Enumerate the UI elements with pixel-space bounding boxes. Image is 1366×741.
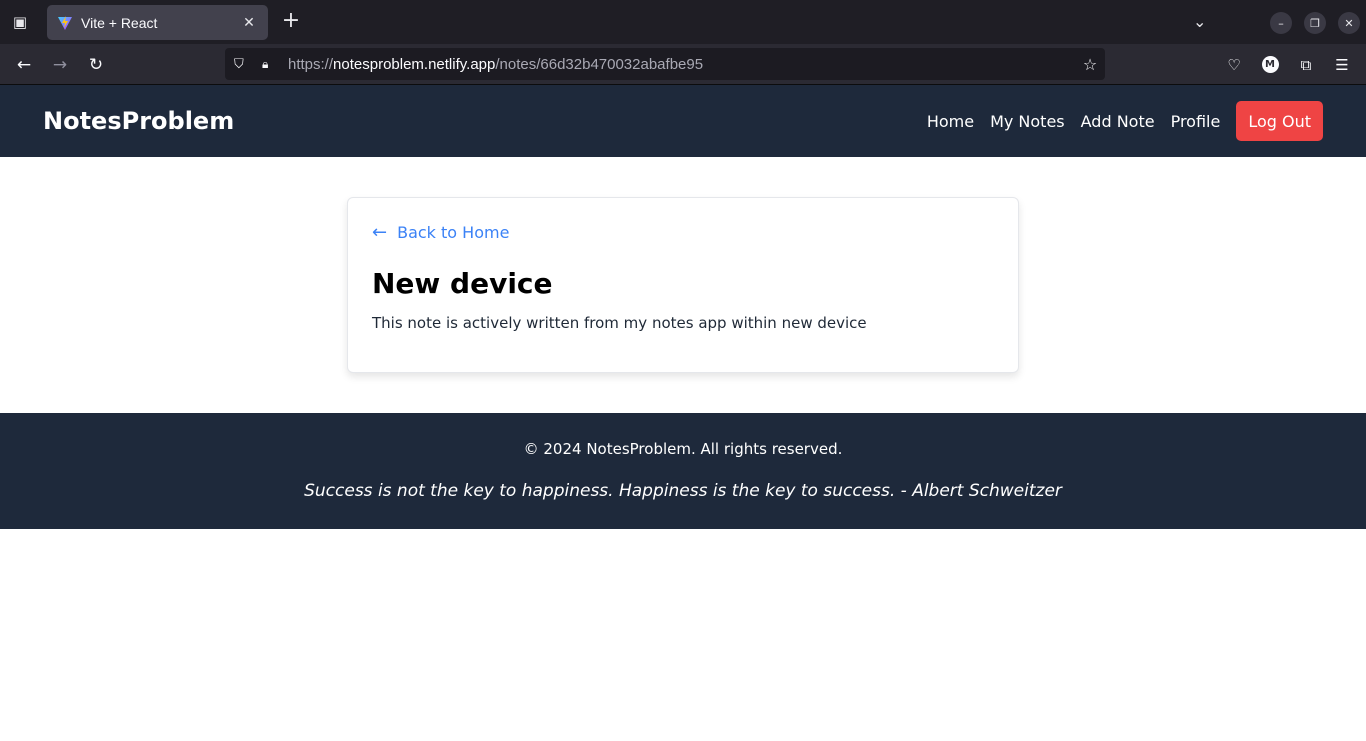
main-content: ← Back to Home New device This note is a… xyxy=(0,157,1366,413)
note-title: New device xyxy=(372,267,553,300)
account-avatar[interactable]: M xyxy=(1258,53,1282,77)
close-window-button[interactable]: ✕ xyxy=(1338,12,1360,34)
back-to-home-label: Back to Home xyxy=(397,223,510,242)
nav-my-notes-link[interactable]: My Notes xyxy=(990,112,1065,131)
browser-tab[interactable]: Vite + React ✕ xyxy=(47,5,268,40)
back-to-home-link[interactable]: ← Back to Home xyxy=(372,222,994,243)
tab-list-icon[interactable]: ▣ xyxy=(0,0,40,44)
pocket-icon[interactable]: ♡ xyxy=(1222,53,1246,77)
note-card: ← Back to Home New device This note is a… xyxy=(347,197,1019,373)
vite-favicon-icon xyxy=(58,15,72,30)
brand-logo[interactable]: NotesProblem xyxy=(43,107,911,135)
tab-close-icon[interactable]: ✕ xyxy=(240,15,258,31)
main-nav: Home My Notes Add Note Profile Log Out xyxy=(911,101,1323,141)
note-body: This note is actively written from my no… xyxy=(372,314,867,332)
forward-arrow-icon[interactable]: → xyxy=(48,53,72,77)
new-tab-button[interactable]: + xyxy=(280,10,302,32)
url-text[interactable]: https://notesproblem.netlify.app/notes/6… xyxy=(288,56,1075,73)
address-bar[interactable]: ⛉ 🔒︎ https://notesproblem.netlify.app/no… xyxy=(225,48,1105,80)
back-arrow-icon[interactable]: ← xyxy=(12,53,36,77)
restore-window-button[interactable]: ❐ xyxy=(1304,12,1326,34)
app-header: NotesProblem Home My Notes Add Note Prof… xyxy=(0,85,1366,157)
footer-quote: Success is not the key to happiness. Hap… xyxy=(304,481,1062,501)
hamburger-menu-icon[interactable]: ☰ xyxy=(1330,53,1354,77)
nav-home-link[interactable]: Home xyxy=(927,112,974,131)
reload-icon[interactable]: ↻ xyxy=(84,53,108,77)
arrow-left-icon: ← xyxy=(372,222,388,243)
bookmark-star-icon[interactable]: ☆ xyxy=(1075,55,1105,74)
nav-profile-link[interactable]: Profile xyxy=(1171,112,1221,131)
tab-title: Vite + React xyxy=(81,14,158,31)
logout-button[interactable]: Log Out xyxy=(1236,101,1323,141)
browser-tab-bar: ▣ Vite + React ✕ + ⌄ – ❐ ✕ xyxy=(0,0,1366,44)
shield-icon[interactable]: ⛉ xyxy=(234,57,250,72)
extensions-icon[interactable]: ⧉ xyxy=(1294,53,1318,77)
app-footer: © 2024 NotesProblem. All rights reserved… xyxy=(0,413,1366,529)
lock-icon[interactable]: 🔒︎ xyxy=(262,57,276,72)
minimize-window-button[interactable]: – xyxy=(1270,12,1292,34)
chevron-down-icon[interactable]: ⌄ xyxy=(1193,12,1206,31)
nav-add-note-link[interactable]: Add Note xyxy=(1081,112,1155,131)
copyright-text: © 2024 NotesProblem. All rights reserved… xyxy=(523,440,843,458)
browser-toolbar: ← → ↻ ⛉ 🔒︎ https://notesproblem.netlify.… xyxy=(0,44,1366,85)
